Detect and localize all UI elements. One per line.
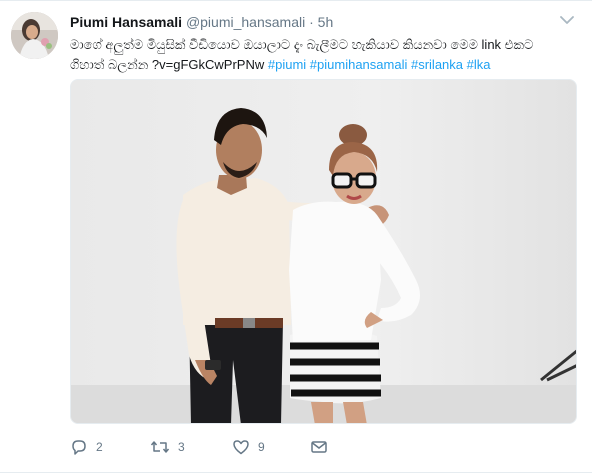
envelope-icon	[311, 441, 327, 453]
retweet-count: 3	[178, 440, 185, 454]
hashtag-link[interactable]: #srilanka	[411, 57, 463, 72]
tweet-media-photo[interactable]	[70, 79, 577, 424]
direct-message-button[interactable]	[310, 435, 328, 459]
time-separator: ·	[309, 14, 314, 30]
like-count: 9	[258, 440, 265, 454]
tweet-text-line-2: ගිහාත් බලන්න ?v=gFGkCwPrPNw #piumi #pium…	[70, 55, 575, 75]
tweet-text-link: ගිහාත් බලන්න ?v=gFGkCwPrPNw	[70, 57, 265, 72]
author-username[interactable]: @piumi_hansamali	[186, 14, 305, 30]
tweet-text: මාගේ අලුත්ම මියුසික් වීඩියොව ඔයාලාට දැං …	[70, 35, 575, 75]
hashtag-link[interactable]: #piumihansamali	[310, 57, 408, 72]
retweet-icon	[150, 441, 170, 453]
tweet-card[interactable]: Piumi Hansamali @piumi_hansamali · 5h මා…	[0, 0, 592, 473]
chevron-down-icon[interactable]	[560, 15, 574, 25]
avatar[interactable]	[11, 12, 58, 59]
reply-button[interactable]: 2	[70, 435, 103, 459]
hashtag-link[interactable]: #lka	[467, 57, 491, 72]
like-button[interactable]: 9	[232, 435, 265, 459]
reply-count: 2	[96, 440, 103, 454]
tweet-timestamp[interactable]: 5h	[318, 14, 334, 30]
hashtag-link[interactable]: #piumi	[268, 57, 306, 72]
reply-icon	[72, 440, 86, 455]
retweet-button[interactable]: 3	[150, 435, 185, 459]
heart-icon	[233, 440, 249, 455]
photo-image	[71, 80, 576, 423]
avatar-photo	[11, 12, 58, 59]
tweet-text-line-1: මාගේ අලුත්ම මියුසික් වීඩියොව ඔයාලාට දැං …	[70, 37, 534, 52]
tweet-header: Piumi Hansamali @piumi_hansamali · 5h	[70, 13, 552, 31]
author-fullname[interactable]: Piumi Hansamali	[70, 14, 182, 30]
